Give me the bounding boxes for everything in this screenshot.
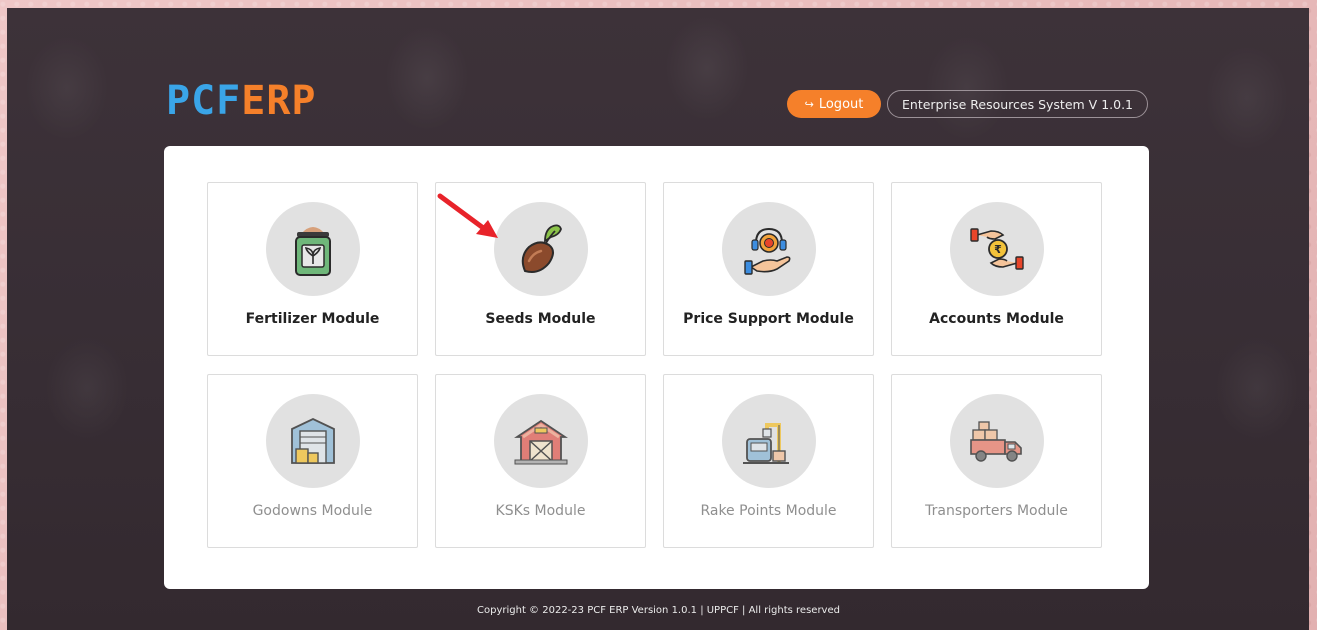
ksks-icon-circle bbox=[494, 394, 588, 488]
godowns-icon-circle bbox=[266, 394, 360, 488]
card-label: Price Support Module bbox=[683, 311, 854, 327]
version-label: Enterprise Resources System V 1.0.1 bbox=[902, 96, 1133, 112]
card-label: Transporters Module bbox=[925, 503, 1068, 519]
card-label: KSKs Module bbox=[495, 503, 586, 519]
card-label: Accounts Module bbox=[929, 311, 1064, 327]
logo-pcf-text: PCF bbox=[166, 78, 242, 124]
module-panel: Fertilizer Module Seeds Module Price Sup… bbox=[164, 146, 1149, 589]
annotation-arrow-icon bbox=[437, 193, 498, 238]
card-fertilizer-module[interactable]: Fertilizer Module bbox=[207, 182, 418, 356]
rupee-hands-icon: ₹ bbox=[970, 228, 1024, 270]
sign-out-icon: ↪ bbox=[804, 97, 814, 111]
card-label: Seeds Module bbox=[485, 311, 596, 327]
card-accounts-module[interactable]: ₹ Accounts Module bbox=[891, 182, 1102, 356]
logo-erp-text: ERP bbox=[241, 78, 317, 124]
price-support-icon-circle bbox=[722, 202, 816, 296]
fertilizer-icon-circle bbox=[266, 202, 360, 296]
truck-icon bbox=[970, 421, 1022, 462]
train-crane-icon bbox=[743, 423, 789, 464]
svg-text:₹: ₹ bbox=[994, 243, 1002, 256]
price-support-icon bbox=[744, 227, 791, 275]
warehouse-icon bbox=[291, 418, 335, 464]
seeds-icon-circle bbox=[494, 202, 588, 296]
seed-sprout-icon bbox=[521, 224, 562, 273]
footer-copyright: Copyright © 2022-23 PCF ERP Version 1.0.… bbox=[477, 605, 840, 616]
card-transporters-module[interactable]: Transporters Module bbox=[891, 374, 1102, 548]
rake-points-icon-circle bbox=[722, 394, 816, 488]
transporters-icon-circle bbox=[950, 394, 1044, 488]
logout-button[interactable]: ↪ Logout bbox=[787, 90, 881, 118]
card-ksks-module[interactable]: KSKs Module bbox=[435, 374, 646, 548]
card-label: Fertilizer Module bbox=[245, 311, 380, 327]
fertilizer-bag-icon bbox=[295, 227, 331, 276]
logout-label: Logout bbox=[818, 96, 864, 112]
card-price-support-module[interactable]: Price Support Module bbox=[663, 182, 874, 356]
card-label: Godowns Module bbox=[252, 503, 373, 519]
card-label: Rake Points Module bbox=[700, 503, 837, 519]
barn-icon bbox=[514, 419, 568, 465]
version-badge: Enterprise Resources System V 1.0.1 bbox=[887, 90, 1148, 118]
pcf-erp-logo: PCF ERP bbox=[166, 78, 317, 124]
card-rake-points-module[interactable]: Rake Points Module bbox=[663, 374, 874, 548]
card-godowns-module[interactable]: Godowns Module bbox=[207, 374, 418, 548]
accounts-icon-circle: ₹ bbox=[950, 202, 1044, 296]
